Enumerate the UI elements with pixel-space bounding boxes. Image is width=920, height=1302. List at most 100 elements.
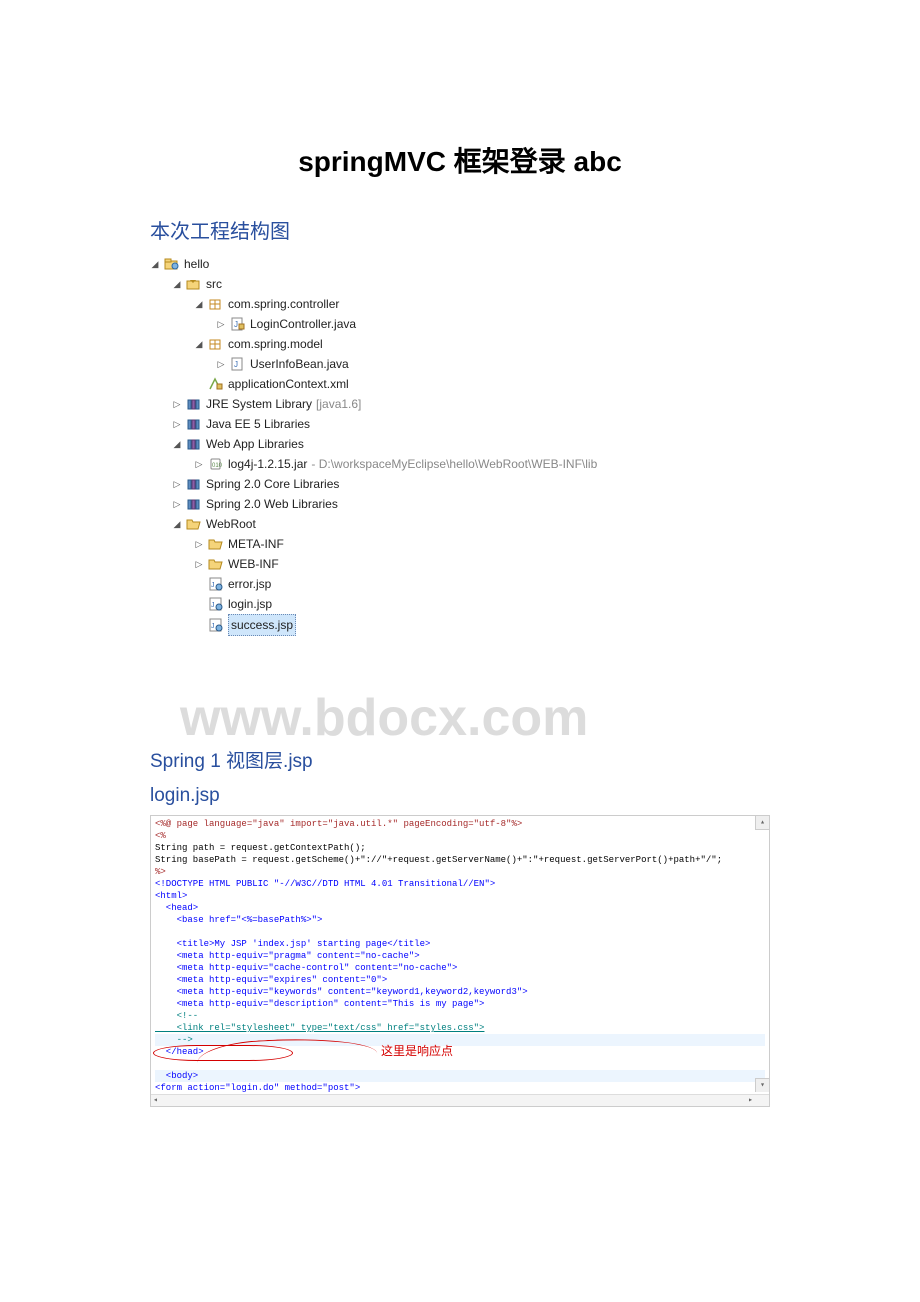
tree-src-folder[interactable]: ◢ src — [150, 274, 770, 294]
code-text: <!DOCTYPE HTML PUBLIC "-//W3C//DTD HTML … — [155, 879, 495, 889]
library-icon — [186, 437, 202, 451]
tree-label-suffix: [java1.6] — [316, 394, 361, 414]
tree-label: com.spring.model — [228, 334, 323, 354]
svg-text:J: J — [211, 582, 215, 589]
code-text: <!-- — [155, 1011, 198, 1021]
tree-label: log4j-1.2.15.jar — [228, 454, 307, 474]
tree-label: success.jsp — [228, 614, 296, 636]
tree-file-errorjsp[interactable]: J error.jsp — [150, 574, 770, 594]
svg-text:J: J — [211, 602, 215, 609]
expand-icon: ◢ — [150, 254, 160, 274]
code-text: String basePath = request.getScheme()+":… — [155, 855, 722, 865]
tree-file-appcontext[interactable]: applicationContext.xml — [150, 374, 770, 394]
java-file-icon: J — [230, 317, 246, 331]
jsp-icon: J — [208, 618, 224, 632]
scroll-down-icon[interactable]: ▾ — [755, 1078, 769, 1092]
jsp-icon: J — [208, 597, 224, 611]
tree-package-controller[interactable]: ◢ com.spring.controller — [150, 294, 770, 314]
tree-label: LoginController.java — [250, 314, 356, 334]
code-text: <base href="<%=basePath%>"> — [155, 915, 322, 925]
project-tree: ◢ hello ◢ src ◢ com.spring.controller ▷ … — [150, 254, 770, 636]
jar-icon: 010 — [208, 457, 224, 471]
tree-webapp-library[interactable]: ◢ Web App Libraries — [150, 434, 770, 454]
expand-icon: ◢ — [172, 514, 182, 534]
library-icon — [186, 397, 202, 411]
tree-label: com.spring.controller — [228, 294, 339, 314]
horizontal-scrollbar[interactable]: ◂ ▸ — [151, 1094, 769, 1106]
section-structure-heading: 本次工程结构图 — [150, 215, 770, 244]
tree-jre-library[interactable]: ▷ JRE System Library [java1.6] — [150, 394, 770, 414]
tree-label: WEB-INF — [228, 554, 279, 574]
scroll-right-icon[interactable]: ▸ — [748, 1095, 753, 1107]
library-icon — [186, 497, 202, 511]
code-text: <% — [155, 831, 166, 841]
tree-label: JRE System Library — [206, 394, 312, 414]
expand-icon: ◢ — [172, 274, 182, 294]
code-text: <meta http-equiv="keywords" content="key… — [155, 987, 528, 997]
code-text: <meta http-equiv="description" content="… — [155, 999, 484, 1009]
tree-webinf-folder[interactable]: ▷ WEB-INF — [150, 554, 770, 574]
tree-javaee-library[interactable]: ▷ Java EE 5 Libraries — [150, 414, 770, 434]
source-folder-icon — [186, 277, 202, 291]
tree-label: Java EE 5 Libraries — [206, 414, 310, 434]
library-icon — [186, 417, 202, 431]
tree-jar-log4j[interactable]: ▷ 010 log4j-1.2.15.jar - D:\workspaceMyE… — [150, 454, 770, 474]
scroll-up-icon[interactable]: ▴ — [755, 816, 769, 830]
svg-text:010: 010 — [212, 463, 223, 469]
tree-project-root[interactable]: ◢ hello — [150, 254, 770, 274]
collapse-icon: ▷ — [194, 534, 204, 554]
tree-file-successjsp[interactable]: J success.jsp — [150, 614, 770, 636]
scroll-left-icon[interactable]: ◂ — [153, 1095, 158, 1107]
collapse-icon: ▷ — [216, 354, 226, 374]
jsp-icon: J — [208, 577, 224, 591]
folder-open-icon — [186, 517, 202, 531]
expand-icon: ◢ — [172, 434, 182, 454]
tree-label: Spring 2.0 Core Libraries — [206, 474, 339, 494]
code-text: String path = request.getContextPath(); — [155, 843, 366, 853]
collapse-icon: ▷ — [216, 314, 226, 334]
tree-file-userinfobean[interactable]: ▷ J UserInfoBean.java — [150, 354, 770, 374]
collapse-icon: ▷ — [172, 474, 182, 494]
code-text: <meta http-equiv="pragma" content="no-ca… — [155, 951, 420, 961]
code-text — [155, 927, 177, 937]
page-title: springMVC 框架登录 abc — [150, 140, 770, 180]
tree-package-model[interactable]: ◢ com.spring.model — [150, 334, 770, 354]
tree-label: login.jsp — [228, 594, 272, 614]
collapse-icon: ▷ — [172, 414, 182, 434]
annotation-text: 这里是响应点 — [381, 1045, 453, 1057]
tree-metainf-folder[interactable]: ▷ META-INF — [150, 534, 770, 554]
svg-text:J: J — [234, 360, 238, 369]
tree-label: WebRoot — [206, 514, 256, 534]
tree-label: hello — [184, 254, 209, 274]
code-text: <head> — [155, 903, 198, 913]
tree-label: Web App Libraries — [206, 434, 304, 454]
code-text: <%@ page language="java" import="java.ut… — [155, 819, 522, 829]
code-text: <html> — [155, 891, 187, 901]
code-text: <form action="login.do" method="post"> — [155, 1083, 360, 1093]
xml-file-icon — [208, 377, 224, 391]
tree-label: error.jsp — [228, 574, 271, 594]
tree-spring-core-library[interactable]: ▷ Spring 2.0 Core Libraries — [150, 474, 770, 494]
collapse-icon: ▷ — [172, 494, 182, 514]
tree-label: UserInfoBean.java — [250, 354, 349, 374]
collapse-icon: ▷ — [194, 554, 204, 574]
folder-open-icon — [208, 537, 224, 551]
expand-icon: ◢ — [194, 334, 204, 354]
code-text: <meta http-equiv="expires" content="0"> — [155, 975, 387, 985]
collapse-icon: ▷ — [194, 454, 204, 474]
tree-webroot-folder[interactable]: ◢ WebRoot — [150, 514, 770, 534]
project-icon — [164, 257, 180, 271]
tree-label: applicationContext.xml — [228, 374, 349, 394]
tree-spring-web-library[interactable]: ▷ Spring 2.0 Web Libraries — [150, 494, 770, 514]
collapse-icon: ▷ — [172, 394, 182, 414]
tree-file-loginjsp[interactable]: J login.jsp — [150, 594, 770, 614]
code-text: <link rel="stylesheet" type="text/css" h… — [155, 1023, 484, 1033]
code-editor[interactable]: ▴ ▾ <%@ page language="java" import="jav… — [150, 815, 770, 1107]
section-viewlayer-heading: Spring 1 视图层.jsp — [150, 746, 770, 773]
folder-open-icon — [208, 557, 224, 571]
tree-label: META-INF — [228, 534, 284, 554]
tree-file-logincontroller[interactable]: ▷ J LoginController.java — [150, 314, 770, 334]
watermark-text: www.bdocx.com — [180, 688, 588, 748]
svg-text:J: J — [211, 623, 215, 630]
java-file-icon: J — [230, 357, 246, 371]
